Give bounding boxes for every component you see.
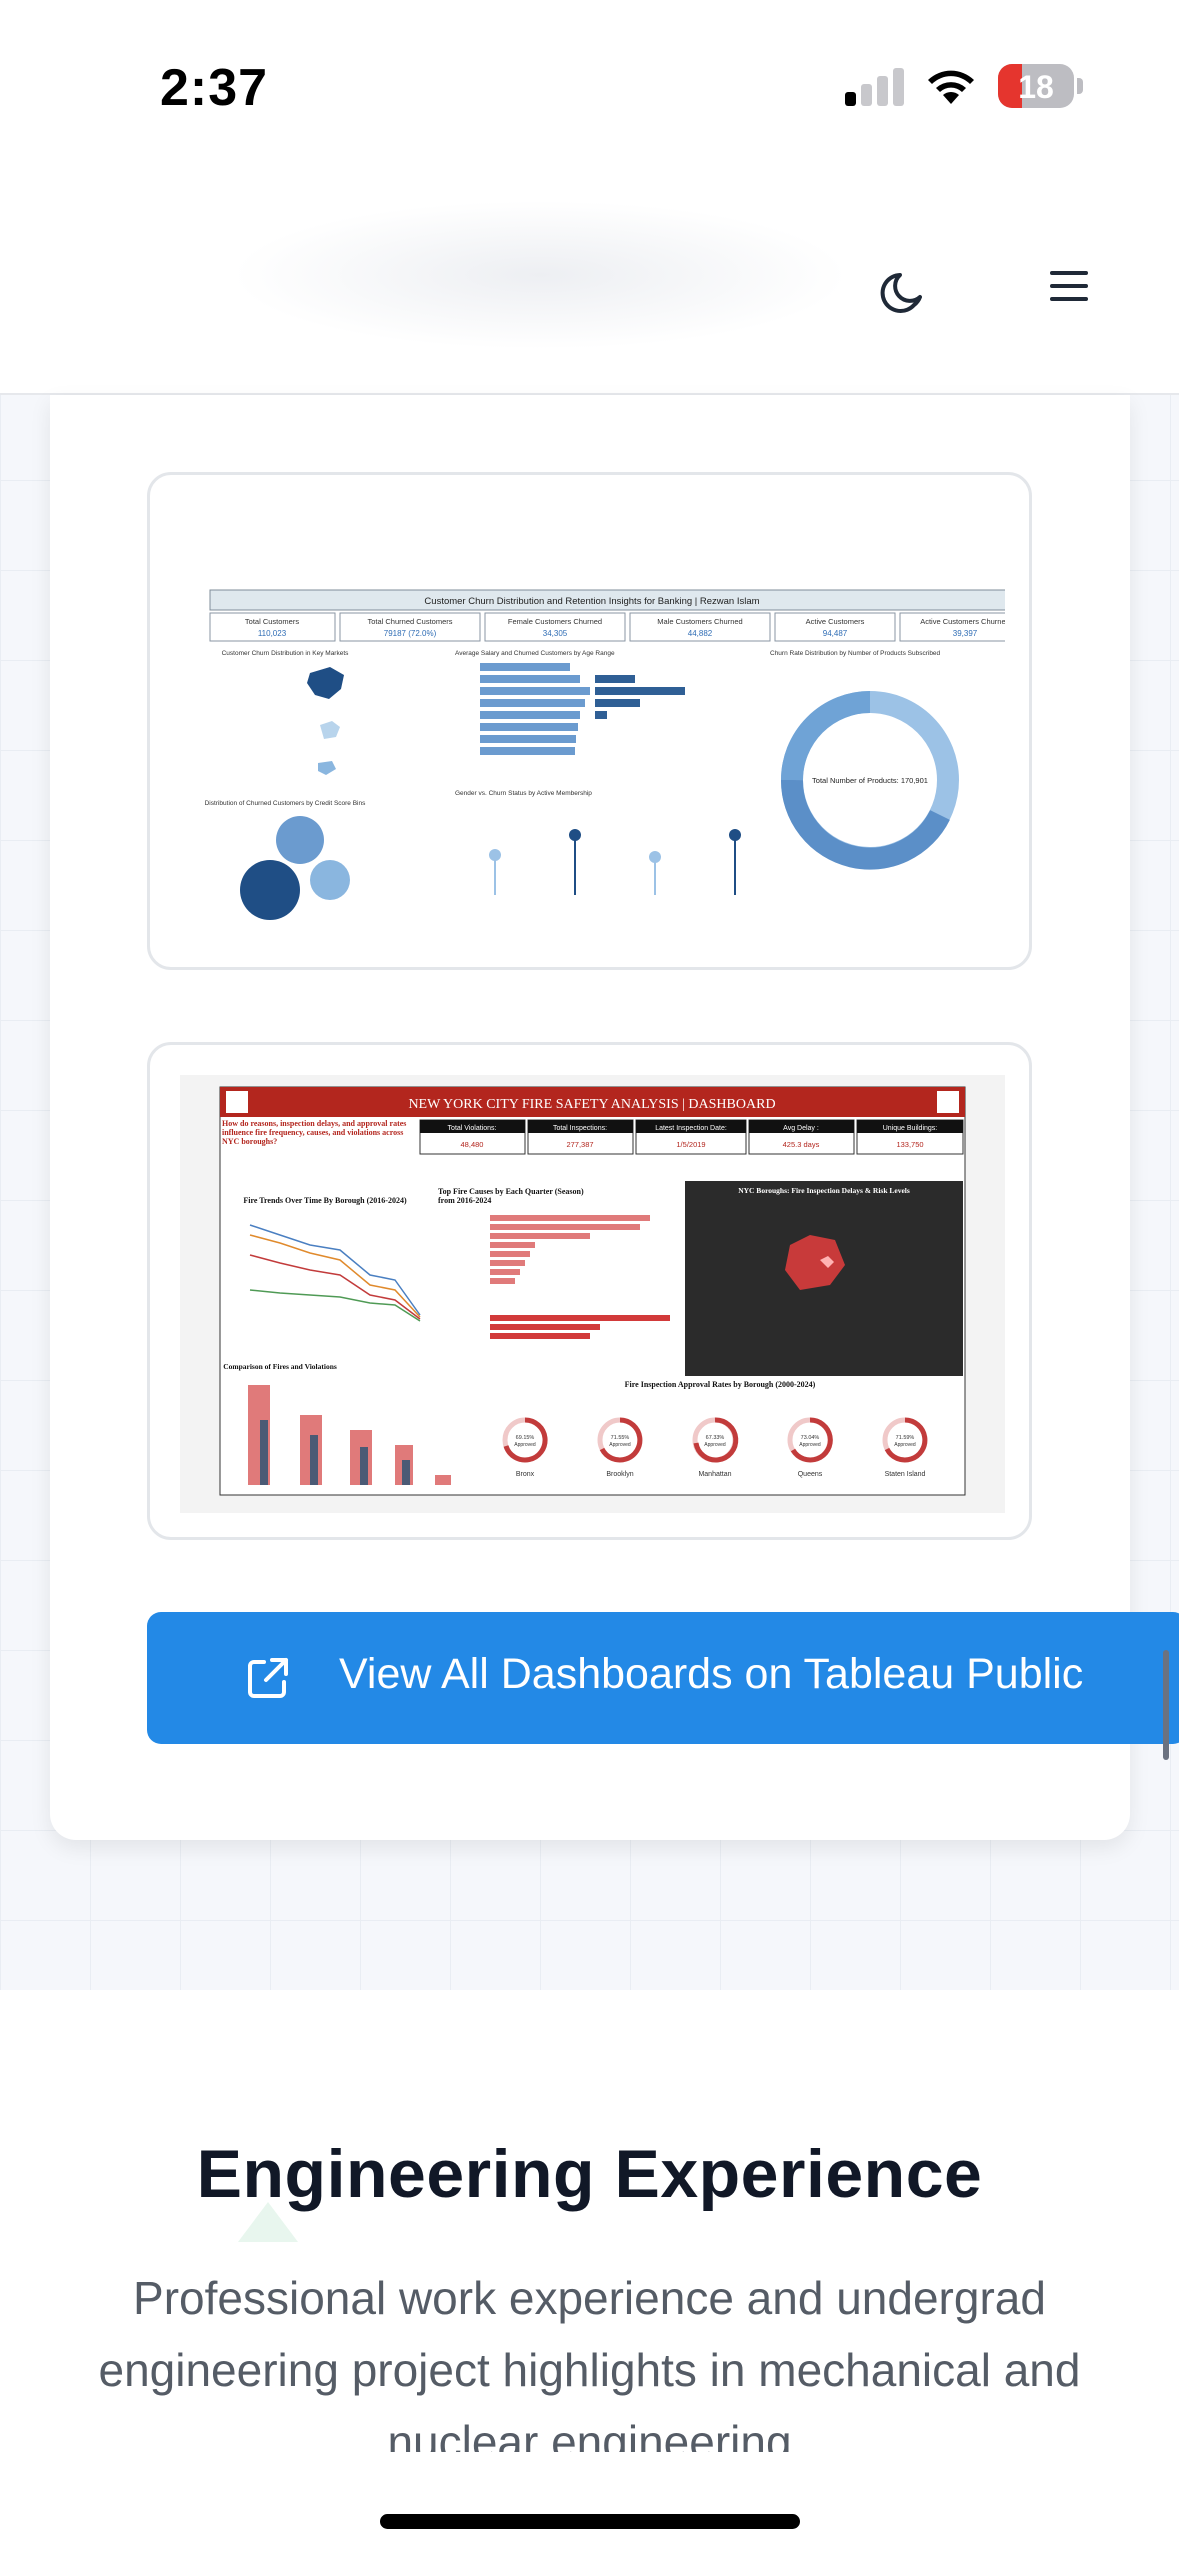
svg-text:1/5/2019: 1/5/2019 [676,1140,705,1149]
status-time: 2:37 [160,59,269,117]
svg-text:71.55%: 71.55% [611,1435,630,1441]
home-indicator[interactable] [380,2514,800,2529]
section-title: Engineering Experience [196,2136,983,2212]
cellular-signal-icon [845,66,905,106]
svg-text:Brooklyn: Brooklyn [606,1471,633,1478]
svg-text:Male Customers Churned: Male Customers Churned [657,617,742,626]
svg-text:Comparison of Fires and Violat: Comparison of Fires and Violations [223,1362,337,1371]
churn-dashboard-title: Customer Churn Distribution and Retentio… [424,596,759,607]
svg-text:Total Inspections:: Total Inspections: [553,1125,607,1132]
svg-text:71.59%: 71.59% [896,1435,915,1441]
svg-text:67.33%: 67.33% [706,1435,725,1441]
battery-icon: 18 [998,64,1074,108]
fire-dashboard-question: How do reasons, inspection delays, and a… [222,1119,407,1146]
svg-text:NYC Boroughs: Fire Inspection: NYC Boroughs: Fire Inspection Delays & R… [738,1186,910,1195]
moon-icon[interactable] [876,265,932,321]
dashboard-thumbnail-fire-safety[interactable]: NEW YORK CITY FIRE SAFETY ANALYSIS | DAS… [147,1042,1032,1540]
fire-dashboard-title: NEW YORK CITY FIRE SAFETY ANALYSIS | DAS… [408,1097,775,1112]
svg-text:425.3 days: 425.3 days [783,1140,820,1149]
svg-text:39,397: 39,397 [953,629,978,638]
svg-text:Approved: Approved [894,1442,916,1448]
svg-text:Approved: Approved [514,1442,536,1448]
svg-text:Active Customers: Active Customers [806,617,865,626]
svg-text:Avg Delay :: Avg Delay : [783,1125,819,1132]
svg-text:Average Salary and Churned Cus: Average Salary and Churned Customers by … [455,650,615,657]
svg-text:Approved: Approved [609,1442,631,1448]
svg-text:Staten Island: Staten Island [885,1471,926,1478]
svg-text:Approved: Approved [704,1442,726,1448]
dashboard-thumbnail-churn[interactable]: Customer Churn Distribution and Retentio… [147,472,1032,970]
wifi-icon [928,70,974,104]
svg-text:48,480: 48,480 [461,1140,484,1149]
svg-text:44,882: 44,882 [688,629,713,638]
svg-text:Fire Inspection Approval Rates: Fire Inspection Approval Rates by Boroug… [625,1380,816,1389]
svg-text:Churn Rate Distribution by Num: Churn Rate Distribution by Number of Pro… [770,650,941,657]
svg-text:Unique Buildings:: Unique Buildings: [883,1125,938,1132]
scrollbar-thumb[interactable] [1163,1650,1169,1760]
svg-text:Fire Trends Over Time By Borou: Fire Trends Over Time By Borough (2016-2… [243,1196,407,1205]
view-all-dashboards-button[interactable]: View All Dashboards on Tableau Public [147,1612,1179,1744]
svg-text:79187 (72.0%): 79187 (72.0%) [384,629,437,638]
section-subtitle: Professional work experience and undergr… [98,2272,1081,2452]
hamburger-menu-icon[interactable] [1050,267,1094,307]
svg-text:Manhattan: Manhattan [698,1471,731,1478]
svg-text:110,023: 110,023 [258,629,287,638]
churn-kpi-row: Total Customers 110,023 Total Churned Cus… [209,612,1005,642]
svg-text:Customer Churn Distribution in: Customer Churn Distribution in Key Marke… [222,650,350,657]
svg-text:34,305: 34,305 [543,629,568,638]
fire-dashboard-image: NEW YORK CITY FIRE SAFETY ANALYSIS | DAS… [180,1075,1005,1513]
svg-text:Approved: Approved [799,1442,821,1448]
svg-text:Distribution of Churned Custom: Distribution of Churned Customers by Cre… [205,800,367,807]
svg-text:Total Churned Customers: Total Churned Customers [367,617,452,626]
svg-text:Latest Inspection Date:: Latest Inspection Date: [655,1125,727,1132]
svg-text:69.15%: 69.15% [516,1435,535,1441]
svg-text:133,750: 133,750 [896,1140,923,1149]
svg-text:94,487: 94,487 [823,629,848,638]
svg-text:Total Violations:: Total Violations: [448,1125,497,1132]
churn-dashboard-image: Customer Churn Distribution and Retentio… [180,505,1005,943]
svg-text:Gender vs. Churn Status by Act: Gender vs. Churn Status by Active Member… [455,790,592,797]
svg-text:Female Customers Churned: Female Customers Churned [508,617,602,626]
view-all-dashboards-label: View All Dashboards on Tableau Public [339,1650,1084,1698]
svg-text:Total Customers: Total Customers [245,617,299,626]
site-logo[interactable] [230,200,850,350]
svg-text:277,387: 277,387 [566,1140,593,1149]
status-bar: 2:37 18 [0,0,1179,170]
svg-text:Active Customers Churned: Active Customers Churned [920,617,1005,626]
battery-level: 18 [1018,69,1054,105]
svg-text:73.04%: 73.04% [801,1435,820,1441]
svg-text:Bronx: Bronx [516,1471,535,1478]
fire-kpi-row: Total Violations: 48,480 Total Inspection… [419,1119,964,1155]
navbar [0,170,1179,395]
svg-text:Queens: Queens [798,1471,823,1478]
external-link-icon [248,1658,288,1698]
donut-center-label: Total Number of Products: 170,901 [812,776,928,785]
